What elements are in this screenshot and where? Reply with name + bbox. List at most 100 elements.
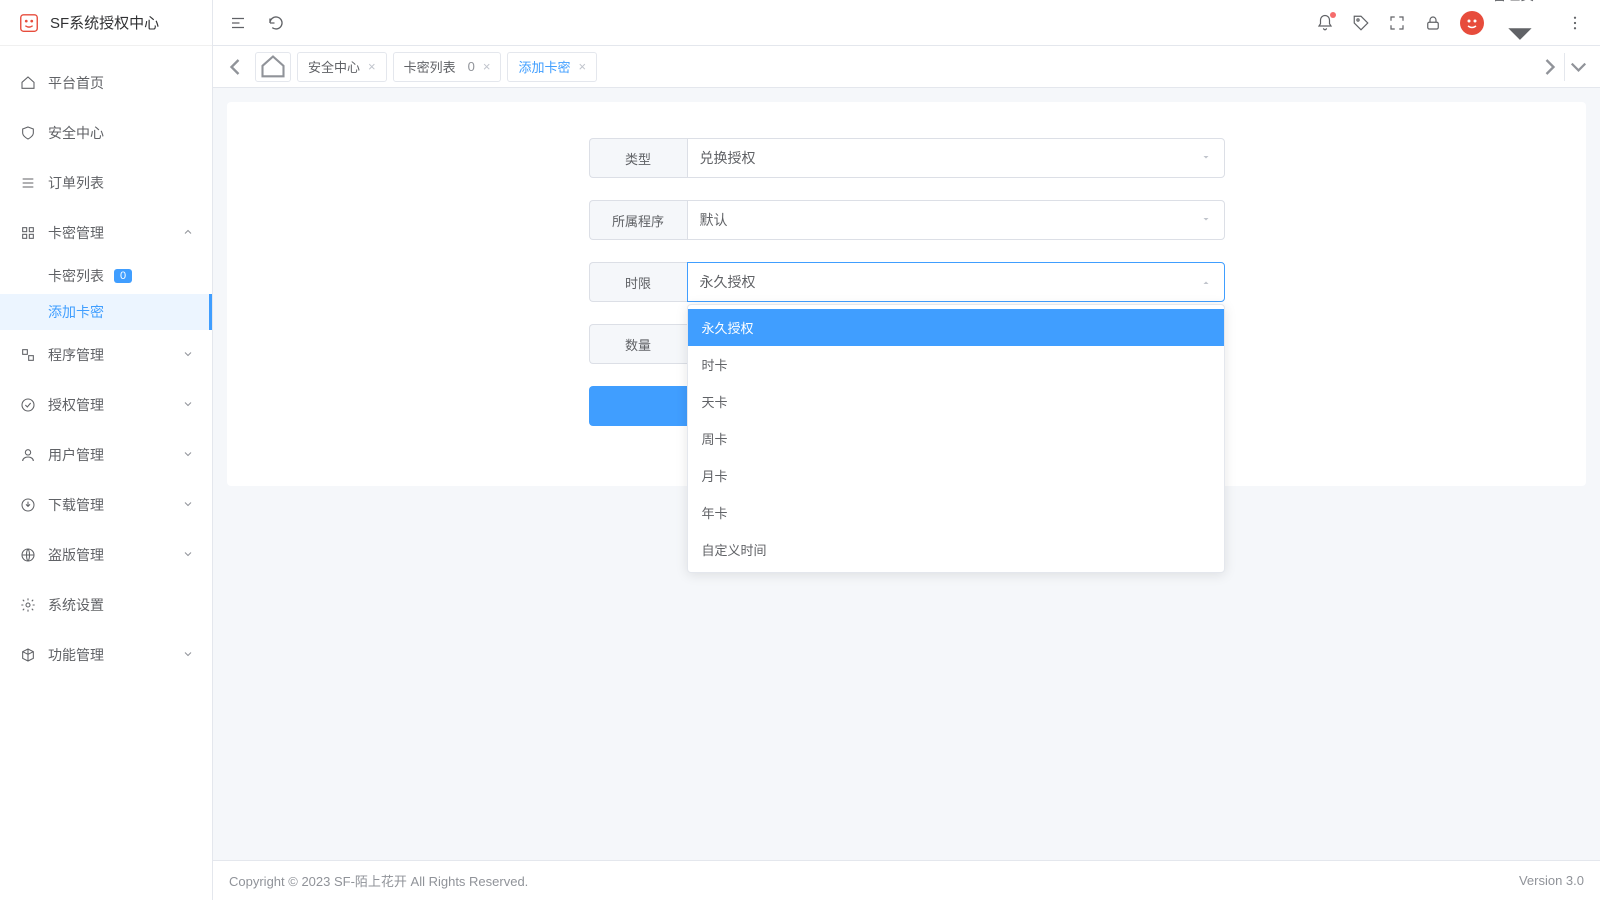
topbar: 管理员: [213, 0, 1600, 46]
menu-label: 授权管理: [48, 395, 182, 415]
home-tab[interactable]: [255, 52, 291, 82]
menu-label: 安全中心: [48, 123, 212, 143]
chevron-down-icon: [182, 347, 194, 363]
download-icon: [20, 497, 36, 513]
user-name: 管理员: [1492, 0, 1534, 3]
duration-label: 时限: [589, 262, 687, 302]
logo-row: SF系统授权中心: [0, 0, 212, 46]
list-icon: [20, 175, 36, 191]
tag-icon[interactable]: [1352, 14, 1370, 32]
type-label: 类型: [589, 138, 687, 178]
sidebar-item-auth-mgmt[interactable]: 授权管理: [0, 380, 212, 430]
caret-down-icon: [1200, 150, 1212, 166]
form-row-program: 所属程序 默认: [589, 200, 1225, 240]
check-circle-icon: [20, 397, 36, 413]
tabs-scroll-left[interactable]: [221, 53, 249, 81]
duration-select[interactable]: 永久授权: [687, 262, 1225, 302]
sidebar-item-card-mgmt[interactable]: 卡密管理: [0, 208, 212, 258]
type-value: 兑换授权: [700, 148, 756, 168]
sidebar: SF系统授权中心 平台首页 安全中心 订单列表 卡密管理 卡密列表: [0, 0, 213, 900]
sidebar-item-download-mgmt[interactable]: 下载管理: [0, 480, 212, 530]
sidebar-item-security[interactable]: 安全中心: [0, 108, 212, 158]
chevron-down-icon: [182, 647, 194, 663]
tab-label: 安全中心: [308, 57, 360, 76]
tab-card-list[interactable]: 卡密列表 0 ×: [393, 52, 502, 82]
close-icon[interactable]: ×: [368, 59, 376, 74]
collapse-sidebar-icon[interactable]: [229, 14, 247, 32]
dropdown-option[interactable]: 自定义时间: [688, 531, 1224, 568]
avatar[interactable]: [1460, 11, 1484, 35]
home-icon: [20, 75, 36, 91]
menu-label: 系统设置: [48, 595, 212, 615]
more-icon[interactable]: [1566, 14, 1584, 32]
lock-icon[interactable]: [1424, 14, 1442, 32]
chevron-down-icon: [182, 497, 194, 513]
sidebar-item-piracy-mgmt[interactable]: 盗版管理: [0, 530, 212, 580]
type-select[interactable]: 兑换授权: [687, 138, 1225, 178]
close-icon[interactable]: ×: [483, 59, 491, 74]
chevron-down-icon: [182, 447, 194, 463]
sidebar-subitem-card-list[interactable]: 卡密列表 0: [0, 258, 212, 294]
form-row-type: 类型 兑换授权: [589, 138, 1225, 178]
dropdown-option[interactable]: 时卡: [688, 346, 1224, 383]
refresh-icon[interactable]: [267, 14, 285, 32]
apps-icon: [20, 347, 36, 363]
menu-label: 程序管理: [48, 345, 182, 365]
caret-down-icon: [1200, 212, 1212, 228]
chevron-down-icon: [182, 547, 194, 563]
form-card: 类型 兑换授权 所属程序 默认 时限: [227, 102, 1586, 486]
submenu-label: 添加卡密: [48, 302, 104, 322]
grid-icon: [20, 225, 36, 241]
copyright-text: Copyright © 2023 SF-陌上花开 All Rights Rese…: [229, 871, 1519, 890]
dropdown-option[interactable]: 周卡: [688, 420, 1224, 457]
program-value: 默认: [700, 210, 728, 230]
main-panel: 管理员 安全中心 × 卡密列表 0 × 添加卡密 ×: [213, 0, 1600, 900]
user-icon: [20, 447, 36, 463]
dropdown-option[interactable]: 年卡: [688, 494, 1224, 531]
tab-security[interactable]: 安全中心 ×: [297, 52, 387, 82]
cube-icon: [20, 647, 36, 663]
shield-icon: [20, 125, 36, 141]
submenu-label: 卡密列表: [48, 266, 104, 286]
menu-label: 用户管理: [48, 445, 182, 465]
tab-add-card[interactable]: 添加卡密 ×: [507, 52, 597, 82]
fullscreen-icon[interactable]: [1388, 14, 1406, 32]
sidebar-menu: 平台首页 安全中心 订单列表 卡密管理 卡密列表 0 添加卡密: [0, 46, 212, 900]
duration-value: 永久授权: [700, 272, 756, 292]
menu-label: 盗版管理: [48, 545, 182, 565]
add-card-form: 类型 兑换授权 所属程序 默认 时限: [589, 138, 1225, 426]
close-icon[interactable]: ×: [578, 59, 586, 74]
bell-icon[interactable]: [1316, 14, 1334, 32]
tabs-dropdown[interactable]: [1564, 53, 1592, 81]
chevron-up-icon: [182, 225, 194, 241]
footer: Copyright © 2023 SF-陌上花开 All Rights Rese…: [213, 860, 1600, 900]
chevron-down-icon: [182, 397, 194, 413]
caret-up-icon: [1200, 274, 1212, 290]
sidebar-item-home[interactable]: 平台首页: [0, 58, 212, 108]
quantity-label: 数量: [589, 324, 687, 364]
version-text: Version 3.0: [1519, 873, 1584, 888]
notification-dot: [1330, 12, 1336, 18]
tabs-bar: 安全中心 × 卡密列表 0 × 添加卡密 ×: [213, 46, 1600, 88]
sidebar-item-feature-mgmt[interactable]: 功能管理: [0, 630, 212, 680]
dropdown-option[interactable]: 天卡: [688, 383, 1224, 420]
tab-count: 0: [468, 59, 475, 74]
sidebar-subitem-add-card[interactable]: 添加卡密: [0, 294, 212, 330]
gear-icon: [20, 597, 36, 613]
count-badge: 0: [114, 269, 132, 283]
tab-label: 卡密列表: [404, 57, 456, 76]
menu-label: 平台首页: [48, 73, 212, 93]
menu-label: 下载管理: [48, 495, 182, 515]
sidebar-item-orders[interactable]: 订单列表: [0, 158, 212, 208]
sidebar-item-user-mgmt[interactable]: 用户管理: [0, 430, 212, 480]
app-logo-icon: [18, 12, 40, 34]
sidebar-item-program-mgmt[interactable]: 程序管理: [0, 330, 212, 380]
dropdown-option[interactable]: 永久授权: [688, 309, 1224, 346]
program-select[interactable]: 默认: [687, 200, 1225, 240]
globe-icon: [20, 547, 36, 563]
duration-dropdown: 永久授权 时卡 天卡 周卡 月卡 年卡 自定义时间: [687, 304, 1225, 573]
tabs-scroll-right[interactable]: [1536, 53, 1564, 81]
content-area: 类型 兑换授权 所属程序 默认 时限: [213, 88, 1600, 860]
dropdown-option[interactable]: 月卡: [688, 457, 1224, 494]
sidebar-item-system-settings[interactable]: 系统设置: [0, 580, 212, 630]
